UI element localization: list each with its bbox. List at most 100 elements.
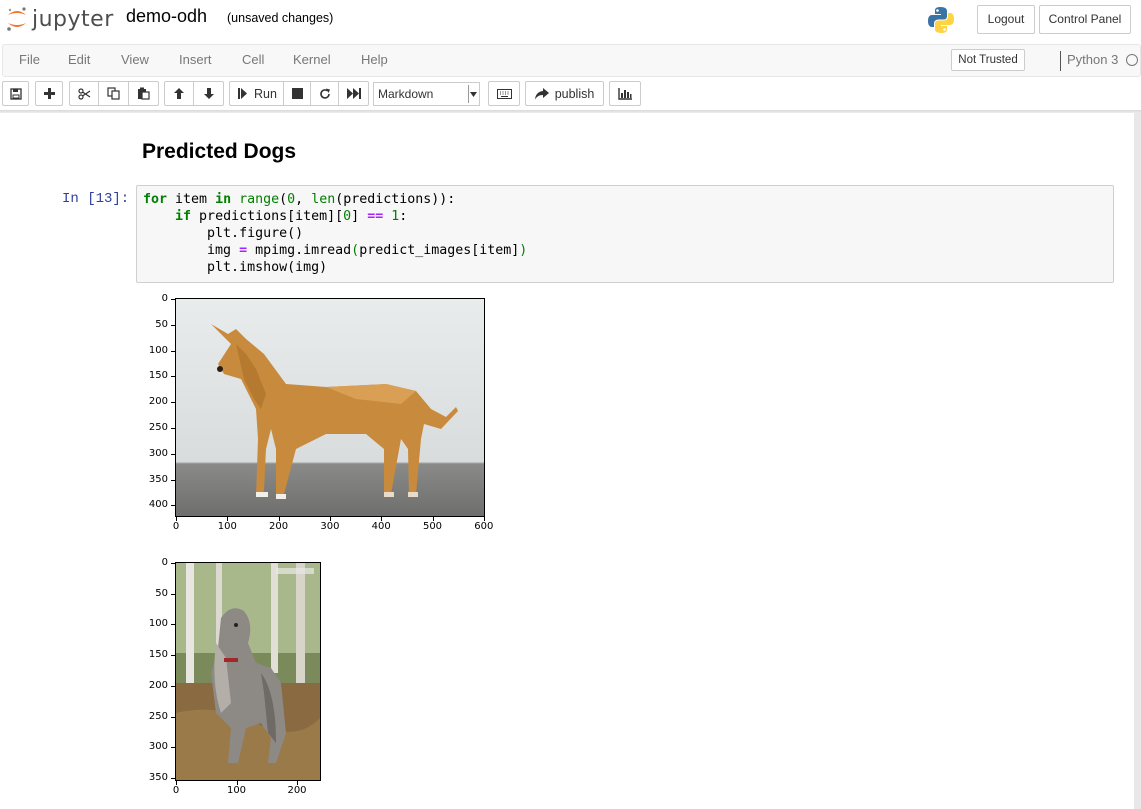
y-tick-label: 100 [148, 618, 168, 630]
fast-forward-icon [346, 88, 361, 99]
paste-button[interactable] [128, 81, 159, 106]
copy-icon [107, 87, 120, 100]
x-tick-label: 400 [371, 521, 391, 532]
kernel-name[interactable]: Python 3 [1067, 52, 1118, 67]
jupyter-logo[interactable]: jupyter [5, 4, 114, 34]
header: jupyter demo-odh (unsaved changes) Logou… [0, 0, 1141, 111]
stop-icon [291, 88, 303, 99]
share-icon [534, 87, 549, 99]
save-status: (unsaved changes) [227, 11, 334, 25]
y-tick-mark [171, 777, 175, 779]
code-line-2: if predictions[item][0] == 1: [175, 209, 408, 224]
menu-file[interactable]: File [19, 52, 40, 67]
save-icon [9, 87, 22, 100]
y-tick-mark [171, 324, 175, 326]
y-tick-label: 50 [155, 587, 168, 599]
y-tick-label: 200 [148, 396, 168, 408]
x-tick-label: 300 [320, 521, 340, 532]
notebook-name[interactable]: demo-odh [126, 6, 207, 27]
paste-icon [138, 87, 150, 100]
y-tick-label: 400 [148, 499, 168, 511]
run-button[interactable]: Run [229, 81, 284, 106]
y-tick-label: 250 [148, 710, 168, 722]
cut-icon [77, 87, 90, 100]
y-tick-label: 150 [148, 649, 168, 661]
y-tick-mark [171, 716, 175, 718]
y-tick-mark [171, 747, 175, 749]
x-tick-label: 600 [474, 521, 494, 532]
cell-type-value: Markdown [378, 87, 434, 101]
y-tick-label: 300 [148, 741, 168, 753]
y-tick-mark [171, 685, 175, 687]
toolbar: Run Markdown publish [0, 81, 1141, 107]
y-tick-label: 250 [148, 422, 168, 433]
menu-cell[interactable]: Cell [242, 52, 264, 67]
interrupt-kernel-button[interactable] [283, 81, 311, 106]
jupyter-logo-text: jupyter [32, 6, 114, 32]
y-tick-label: 0 [161, 293, 168, 304]
menu-edit[interactable]: Edit [68, 52, 90, 67]
code-text: for item in range(0, len(predictions)): … [143, 191, 527, 276]
x-tick-label: 500 [422, 521, 443, 532]
restart-run-all-button[interactable] [338, 81, 369, 106]
kernel-idle-indicator-icon [1126, 54, 1138, 66]
restart-icon [319, 88, 330, 99]
markdown-heading[interactable]: Predicted Dogs [142, 140, 296, 164]
cell-type-select[interactable]: Markdown [373, 82, 480, 106]
code-line-3: plt.figure() [143, 226, 304, 241]
y-tick-label: 150 [148, 370, 168, 382]
y-tick-mark [171, 299, 175, 300]
y-tick-mark [171, 563, 175, 564]
code-line-5: plt.imshow(img) [143, 260, 328, 275]
control-panel-button[interactable]: Control Panel [1039, 5, 1131, 34]
menu-help[interactable]: Help [361, 52, 388, 67]
logout-button[interactable]: Logout [977, 5, 1035, 34]
y-tick-mark [171, 376, 175, 378]
publish-button-label: publish [554, 86, 595, 101]
x-tick-label: 100 [226, 785, 247, 796]
bar-chart-icon [618, 87, 632, 100]
chart-button[interactable] [609, 81, 641, 106]
y-tick-label: 0 [161, 557, 168, 568]
y-tick-mark [171, 505, 175, 507]
kernel-separator [1060, 51, 1061, 71]
y-tick-label: 200 [148, 679, 168, 691]
y-tick-label: 300 [148, 447, 168, 459]
arrow-up-icon [174, 88, 184, 99]
y-tick-mark [171, 655, 175, 657]
y-tick-mark [171, 453, 175, 455]
python-logo-icon [926, 5, 956, 38]
run-icon [238, 88, 247, 99]
restart-kernel-button[interactable] [310, 81, 339, 106]
menu-view[interactable]: View [121, 52, 149, 67]
y-tick-mark [171, 479, 175, 481]
x-tick-label: 100 [217, 521, 237, 532]
menu-kernel[interactable]: Kernel [293, 52, 331, 67]
trust-status-button[interactable]: Not Trusted [951, 49, 1025, 71]
menu-insert[interactable]: Insert [179, 52, 212, 67]
y-tick-label: 50 [155, 318, 168, 330]
code-cell-editor[interactable]: for item in range(0, len(predictions)): … [136, 185, 1114, 283]
cell-input-prompt: In [13]: [62, 191, 130, 207]
chevron-down-icon [468, 85, 477, 103]
insert-cell-button[interactable] [35, 81, 63, 106]
copy-button[interactable] [98, 81, 129, 106]
x-tick-label: 200 [287, 785, 307, 796]
move-up-button[interactable] [164, 81, 194, 106]
command-palette-button[interactable] [488, 81, 520, 106]
x-tick-label: 200 [269, 521, 289, 532]
y-tick-label: 350 [148, 771, 168, 783]
scrollbar[interactable] [1134, 113, 1141, 809]
y-tick-mark [171, 350, 175, 352]
code-line-1: for item in range(0, len(predictions)): [143, 192, 456, 207]
cut-button[interactable] [69, 81, 99, 106]
move-down-button[interactable] [193, 81, 224, 106]
menubar: File Edit View Insert Cell Kernel Help N… [2, 44, 1141, 77]
keyboard-icon [496, 88, 512, 99]
y-tick-label: 350 [148, 473, 168, 485]
dog-image-2 [175, 562, 321, 781]
y-tick-mark [171, 624, 175, 626]
y-tick-mark [171, 428, 175, 429]
publish-button[interactable]: publish [525, 81, 604, 106]
save-button[interactable] [2, 81, 29, 106]
